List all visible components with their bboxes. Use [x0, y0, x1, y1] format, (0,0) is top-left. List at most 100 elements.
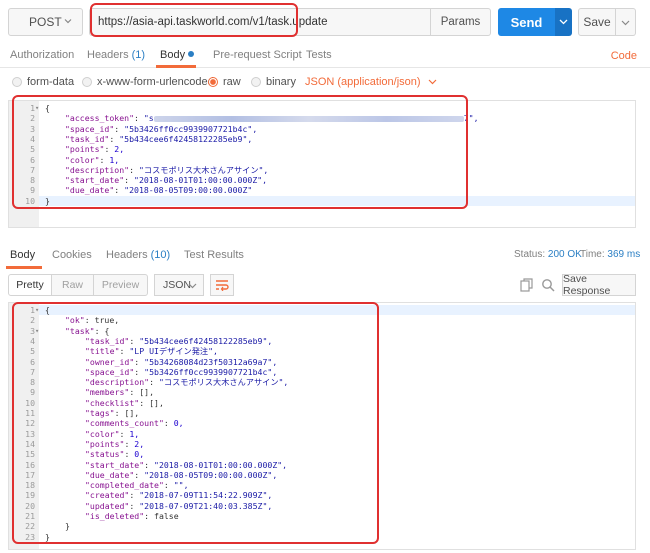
format-select[interactable]: JSON	[154, 274, 204, 296]
wrap-lines-button[interactable]	[210, 274, 234, 296]
code-text: "due_date": "2018-08-05T09:00:00.000Z",	[85, 470, 277, 480]
line-number: 17	[25, 469, 35, 480]
request-bar: POST https://asia-api.taskworld.com/v1/t…	[0, 0, 650, 44]
json-colon: :	[144, 459, 155, 470]
code-text: "owner_id": "5b34268084d23f50312a69a7",	[85, 357, 277, 367]
code-text: "created": "2018-07-09T11:54:22.909Z",	[85, 490, 272, 500]
tab-tests[interactable]: Tests	[306, 49, 332, 61]
save-response-button[interactable]: Save Response	[562, 273, 636, 297]
code-line: 7 "description": "コスモポリス大木さんアサイン",	[9, 165, 635, 175]
code-link[interactable]: Code	[611, 50, 637, 62]
code-line: 5 "points": 2,	[9, 144, 635, 154]
json-key: "color"	[85, 428, 120, 439]
json-colon: :	[129, 335, 140, 346]
json-colon: :	[139, 397, 150, 408]
tab-body[interactable]: Body	[160, 49, 195, 61]
code-text: "updated": "2018-07-09T21:40:03.385Z",	[85, 501, 272, 511]
save-button[interactable]: Save	[578, 8, 616, 36]
tab-cookies[interactable]: Cookies	[52, 249, 92, 261]
json-colon: :	[119, 428, 130, 439]
code-text: "is_deleted": false	[85, 511, 179, 521]
json-literal: true,	[94, 315, 120, 326]
tab-authorization[interactable]: Authorization	[10, 49, 74, 61]
line-number: 7	[30, 164, 35, 175]
line-number: 9	[30, 185, 35, 196]
json-number: 2,	[114, 144, 125, 155]
tab-response-headers[interactable]: Headers (10)	[106, 249, 170, 261]
code-line: 18 "completed_date": "",	[9, 480, 635, 490]
json-brace: }	[45, 531, 50, 542]
tab-headers[interactable]: Headers (1)	[87, 49, 145, 61]
json-key: "space_id"	[85, 366, 135, 377]
json-string: "",	[173, 480, 189, 491]
copy-icon[interactable]	[520, 278, 534, 292]
radio-form-data[interactable]: form-data	[12, 76, 74, 88]
radio-raw[interactable]: raw	[208, 76, 241, 88]
json-key: "updated"	[85, 500, 130, 511]
json-string: "5b434cee6f42458122285eb9",	[139, 335, 273, 346]
radio-x-www-form-urlencoded[interactable]: x-www-form-urlencoded	[82, 76, 214, 88]
search-icon[interactable]	[541, 278, 555, 292]
code-text: {	[45, 305, 50, 315]
method-select[interactable]: POST	[8, 8, 83, 36]
method-label: POST	[29, 15, 62, 29]
json-string: "5b3426ff0cc9939907721b4c",	[124, 123, 258, 134]
view-pretty-button[interactable]: Pretty	[8, 274, 52, 296]
json-colon: :	[84, 315, 95, 326]
code-line: 21 "is_deleted": false	[9, 511, 635, 521]
view-raw-button[interactable]: Raw	[51, 274, 94, 296]
code-line: 6 "owner_id": "5b34268084d23f50312a69a7",	[9, 357, 635, 367]
response-headers-count: (10)	[150, 249, 171, 261]
save-dropdown-button[interactable]	[616, 8, 636, 36]
radio-binary[interactable]: binary	[251, 76, 296, 88]
json-key: "task"	[65, 325, 95, 336]
json-key: "owner_id"	[85, 356, 135, 367]
json-key: "task_id"	[85, 335, 130, 346]
code-line: 22}	[9, 521, 635, 531]
code-text: "start_date": "2018-08-01T01:00:00.000Z"…	[65, 175, 267, 185]
code-text: "task_id": "5b434cee6f42458122285eb9",	[85, 336, 272, 346]
url-input[interactable]: https://asia-api.taskworld.com/v1/task.u…	[89, 8, 431, 36]
code-line: 1 ▾ {	[9, 305, 635, 315]
json-brace: }	[65, 521, 70, 532]
send-label: Send	[510, 14, 543, 30]
json-number: 2,	[134, 438, 145, 449]
json-string: "2018-07-09T21:40:03.385Z",	[139, 500, 273, 511]
time-value: 369 ms	[607, 249, 641, 260]
line-number: 8	[30, 175, 35, 186]
radio-icon	[12, 77, 22, 87]
content-type-select[interactable]: JSON (application/json)	[305, 76, 437, 88]
json-colon: :	[124, 449, 135, 460]
fold-toggle-icon: ▾	[35, 326, 40, 335]
radio-label: raw	[223, 76, 241, 88]
view-preview-button[interactable]: Preview	[93, 274, 148, 296]
json-string: "5b434cee6f42458122285eb9",	[119, 133, 253, 144]
json-colon: :	[134, 113, 144, 124]
code-line: 10}	[9, 196, 635, 206]
send-button[interactable]: Send	[498, 8, 555, 36]
code-text: "task": {	[65, 326, 109, 336]
json-string: "2018-08-01T01:00:00.000Z",	[134, 175, 268, 186]
response-body-viewer[interactable]: 1 ▾{2 "ok": true, 3 ▾ "task": {4 "task_id": "5…	[8, 302, 636, 550]
tab-pre-request-script[interactable]: Pre-request Script	[213, 49, 302, 61]
code-line: 16 "start_date": "2018-08-01T01:00:00.000…	[9, 460, 635, 470]
tab-test-results[interactable]: Test Results	[184, 249, 244, 261]
json-string: "2018-07-09T11:54:22.909Z",	[139, 490, 273, 501]
tab-response-body[interactable]: Body	[10, 249, 35, 261]
json-key: "description"	[65, 164, 130, 175]
line-number: 4	[30, 335, 35, 346]
json-key: "status"	[85, 449, 125, 460]
code-line: 3 ▾ "task": {	[9, 326, 635, 336]
line-number: 2	[30, 315, 35, 326]
json-colon: :	[109, 133, 120, 144]
line-number: 6	[30, 154, 35, 165]
json-key: "tags"	[85, 408, 115, 418]
params-button[interactable]: Params	[431, 8, 491, 36]
json-colon: :	[124, 175, 135, 186]
json-string: "コスモポリス大木さんアサイン",	[138, 164, 269, 175]
send-dropdown-button[interactable]	[555, 8, 572, 36]
fold-toggle-icon: ▾	[35, 104, 40, 112]
json-colon: :	[144, 511, 155, 521]
request-body-editor[interactable]: 1 ▾ {2 "access_token": "s 7", 3 "space_id": "5…	[8, 100, 636, 228]
line-number: 13	[25, 428, 35, 439]
